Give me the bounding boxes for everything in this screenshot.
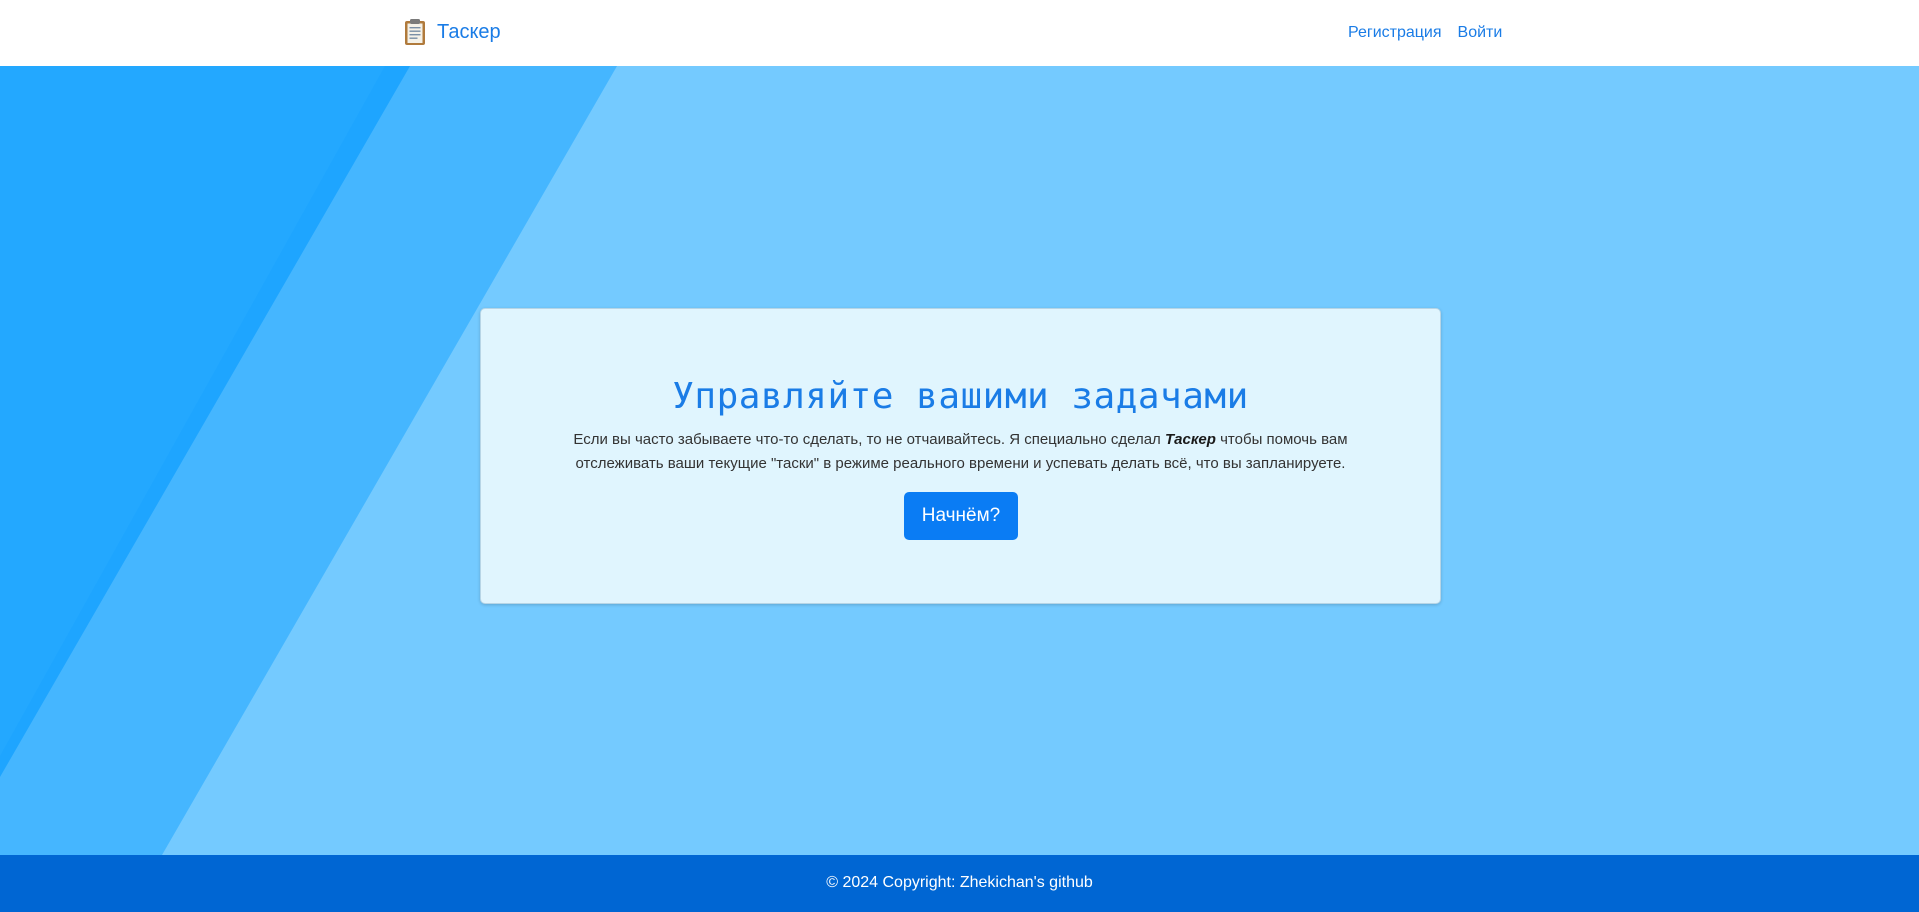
- hero-card: Управляйте вашими задачами Если вы часто…: [480, 308, 1441, 604]
- footer: © 2024 Copyright: Zhekichan's github: [0, 855, 1919, 912]
- clipboard-icon: [405, 19, 425, 45]
- hero-description-brand: Таскер: [1164, 431, 1216, 448]
- start-button[interactable]: Начнём?: [904, 492, 1018, 540]
- hero-description-part-1: Если вы часто забываете что-то сделать, …: [573, 431, 1165, 448]
- footer-copyright[interactable]: © 2024 Copyright: Zhekichan's github: [826, 873, 1093, 893]
- hero-description: Если вы часто забываете что-то сделать, …: [541, 428, 1380, 476]
- navbar: Таскер Регистрация Войти: [0, 0, 1919, 66]
- hero-title: Управляйте вашими задачами: [672, 376, 1249, 417]
- register-link[interactable]: Регистрация: [1348, 23, 1442, 43]
- brand-name: Таскер: [437, 21, 501, 43]
- nav-links: Регистрация Войти: [1348, 23, 1502, 43]
- page: Таскер Регистрация Войти Управляйте ваши…: [0, 0, 1919, 912]
- brand-link[interactable]: Таскер: [404, 18, 501, 46]
- login-link[interactable]: Войти: [1458, 23, 1503, 43]
